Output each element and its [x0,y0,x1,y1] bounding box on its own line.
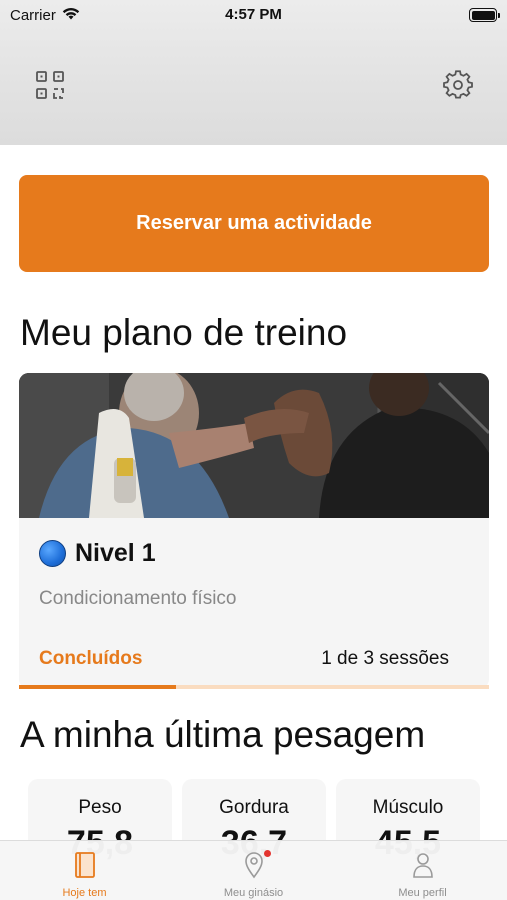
notification-dot [263,850,271,857]
training-plan-title: Meu plano de treino [20,312,348,353]
tab-my-gym[interactable]: Meu ginásio [169,841,338,900]
level-indicator-icon [39,540,66,567]
gear-icon [443,70,473,99]
settings-button[interactable] [441,68,475,102]
plan-subtitle: Condicionamento físico [39,588,237,609]
plan-progress-fill [19,685,176,689]
tab-label: Meu ginásio [223,887,284,899]
tab-label: Meu perfil [398,887,447,899]
stat-label: Músculo [372,797,444,818]
tab-bar: Hoje tem Meu ginásio Meu perfil [0,840,507,900]
plan-level: Nivel 1 [39,539,156,568]
tab-label: Hoje tem [62,887,107,899]
weighing-title: A minha última pesagem [20,714,426,755]
person-icon [408,849,438,881]
book-icon [70,849,100,881]
qr-code-button[interactable] [33,68,67,102]
tab-today[interactable]: Hoje tem [0,841,169,900]
training-plan-card[interactable]: Nivel 1 Condicionamento físico Concluído… [19,373,489,689]
plan-status: Concluídos [39,648,143,669]
status-bar: Carrier 4:57 PM [0,0,507,30]
qr-code-icon [36,71,64,99]
stat-label: Peso [78,797,122,818]
status-time: 4:57 PM [225,6,282,23]
plan-sessions: 1 de 3 sessões [321,648,449,669]
tab-my-profile[interactable]: Meu perfil [338,841,507,900]
stat-label: Gordura [219,797,289,818]
location-pin-icon [239,849,271,881]
plan-level-label: Nivel 1 [75,539,156,567]
battery-icon [469,8,500,22]
reserve-activity-button[interactable]: Reservar uma actividade [19,175,489,272]
gym-photo [19,373,489,518]
plan-progress-bar [19,685,489,689]
